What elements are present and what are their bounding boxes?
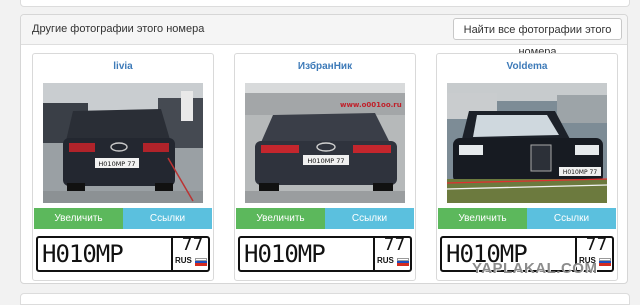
card-actions: Увеличить Ссылки <box>236 208 414 229</box>
links-button[interactable]: Ссылки <box>527 208 616 229</box>
links-button[interactable]: Ссылки <box>325 208 414 229</box>
photo-plate-text: Н010МР 77 <box>98 160 135 168</box>
card-username-link[interactable]: livia <box>33 61 213 72</box>
photo-caption: www.o001oo.ru <box>340 101 402 109</box>
find-all-photos-button[interactable]: Найти все фотографии этого номера <box>453 18 622 58</box>
plate-number: Н010МР <box>42 240 124 268</box>
other-photos-panel: Другие фотографии этого номера Найти все… <box>20 14 628 284</box>
photo-card: livia Н010МР 77 Увеличить Ссылки Н010МР … <box>32 53 214 281</box>
car-photo[interactable]: Н010МР 77 <box>43 83 203 203</box>
plate-region-block: 77 RUS <box>171 235 212 272</box>
plate-region-block: 77 RUS <box>373 235 414 272</box>
plate-region: 77 <box>585 235 608 255</box>
russia-flag-icon <box>397 258 409 266</box>
plate-number: Н010МР <box>244 240 326 268</box>
russia-flag-icon <box>599 258 611 266</box>
previous-panel-edge <box>20 0 630 7</box>
car-photo[interactable]: www.o001oo.ru Н010МР 77 <box>245 83 405 203</box>
plate-region: 77 <box>383 235 406 255</box>
panel-header: Другие фотографии этого номера Найти все… <box>21 15 627 58</box>
panel-title: Другие фотографии этого номера <box>32 23 205 35</box>
next-panel-edge <box>20 293 630 305</box>
photo-card: ИзбранНик www.o001oo.ru Н010МР 77 Увелич… <box>234 53 416 281</box>
card-username-link[interactable]: ИзбранНик <box>235 61 415 72</box>
photo-plate-text: Н010МР 77 <box>563 169 597 176</box>
enlarge-button[interactable]: Увеличить <box>438 208 527 229</box>
license-plate: Н010МР 77 RUS <box>238 235 414 272</box>
card-actions: Увеличить Ссылки <box>438 208 616 229</box>
car-photo[interactable]: Н010МР 77 <box>447 83 607 203</box>
photo-plate-text: Н010МР 77 <box>307 157 344 165</box>
license-plate: Н010МР 77 RUS <box>36 235 212 272</box>
plate-country: RUS <box>377 256 394 265</box>
plate-region: 77 <box>181 235 204 255</box>
card-actions: Увеличить Ссылки <box>34 208 212 229</box>
russia-flag-icon <box>195 258 207 266</box>
site-watermark: YAPLAKAL.COM <box>472 260 598 277</box>
links-button[interactable]: Ссылки <box>123 208 212 229</box>
enlarge-button[interactable]: Увеличить <box>34 208 123 229</box>
card-username-link[interactable]: Voldema <box>437 61 617 72</box>
photo-card: Voldema Н010МР 77 Увеличить Ссылки Н010М… <box>436 53 618 281</box>
plate-country: RUS <box>175 256 192 265</box>
enlarge-button[interactable]: Увеличить <box>236 208 325 229</box>
